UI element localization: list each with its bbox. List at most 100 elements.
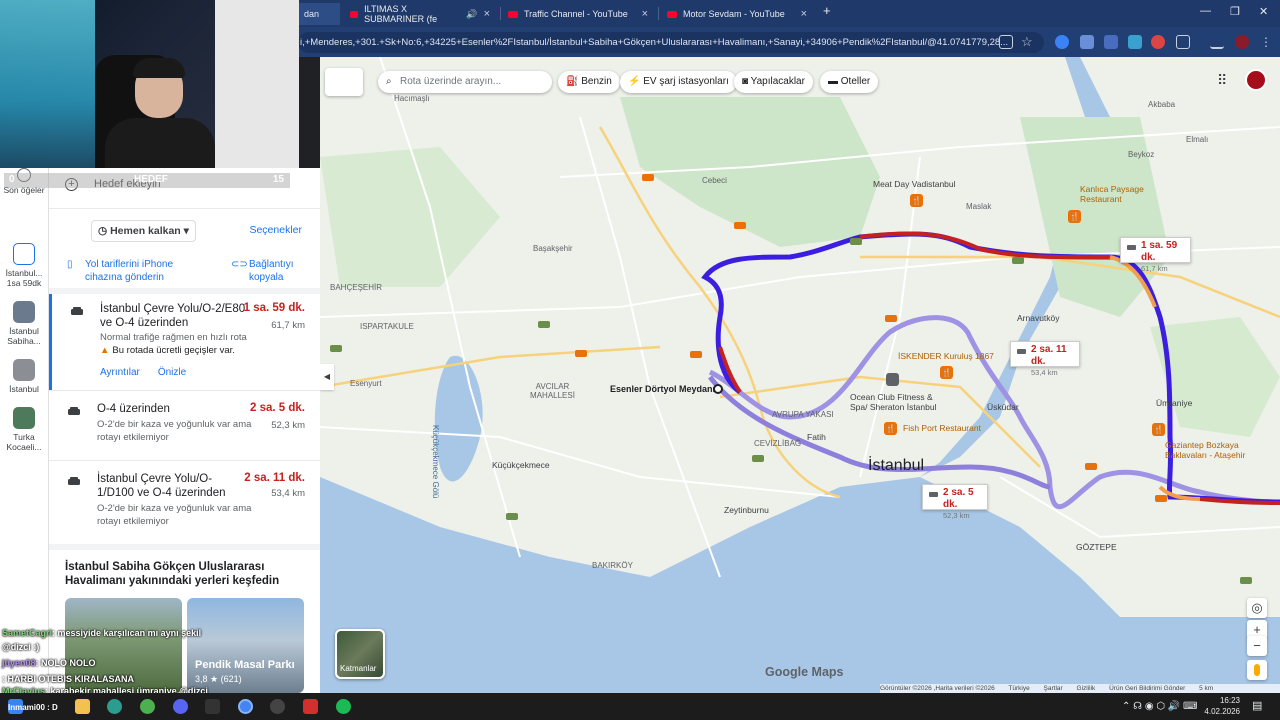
chip-ev-charging[interactable]: ⚡ EV şarj istasyonları <box>620 71 737 93</box>
extension-icon[interactable] <box>1128 35 1142 49</box>
place-label: Başakşehir <box>533 244 573 253</box>
poi-label: Fish Port Restaurant <box>903 423 981 433</box>
file-explorer-icon[interactable] <box>75 699 90 714</box>
divider <box>49 208 320 209</box>
zoom-out-button[interactable]: − <box>1247 636 1267 656</box>
close-icon[interactable]: × <box>484 8 490 20</box>
clock-time[interactable]: 16:23 <box>1200 696 1240 705</box>
route-name: İstanbul Çevre Yolu/O-2/E80 ve O-4 üzeri… <box>100 303 246 329</box>
place-label: Esenyurt <box>350 379 382 388</box>
obs-icon[interactable] <box>205 699 220 714</box>
details-link[interactable]: Ayrıntılar <box>100 367 140 378</box>
tray-icons[interactable]: ⌃ ☊ ◉ ⬡ 🔊 ⌨ <box>1122 701 1198 712</box>
pegman-icon[interactable] <box>1247 660 1267 680</box>
chip-gas[interactable]: ⛽ Benzin <box>558 71 620 93</box>
phone-icon: ▯ <box>67 259 73 270</box>
streamer-body <box>105 118 215 168</box>
extension-icon[interactable] <box>1055 35 1069 49</box>
browser-tab[interactable]: Motor Sevdam - YouTube × <box>661 3 813 25</box>
warning-text: Bu rotada ücretli geçişler var. <box>112 345 235 356</box>
profile-avatar[interactable] <box>1235 35 1249 49</box>
restaurant-icon[interactable]: 🍴 <box>910 194 923 207</box>
youtube-icon <box>508 10 518 18</box>
copy-link-button[interactable]: ⊂⊃ Bağlantıyı kopyala <box>231 258 311 284</box>
fitness-icon[interactable] <box>886 373 899 386</box>
notification-icon[interactable]: ▤ <box>1252 699 1262 712</box>
map-canvas[interactable]: ◀ ⌕ Rota üzerinde arayın... ⛽ Benzin ⚡ E… <box>320 57 1280 693</box>
streamer-hair <box>133 58 185 78</box>
send-to-phone-link[interactable]: ▯ Yol tariflerini iPhone cihazına gönderi… <box>67 258 197 284</box>
options-link[interactable]: Seçenekler <box>249 224 302 236</box>
close-window-icon[interactable]: ✕ <box>1259 5 1268 18</box>
place-label: Fatih <box>807 432 826 442</box>
terms-link[interactable]: Şartlar <box>1044 685 1063 692</box>
restaurant-icon[interactable]: 🍴 <box>1068 210 1081 223</box>
place-label: Küçükçekmece <box>492 460 550 470</box>
restaurant-icon[interactable]: 🍴 <box>1152 423 1165 436</box>
obs-icon[interactable] <box>270 699 285 714</box>
close-icon[interactable]: × <box>801 8 807 20</box>
discord-icon[interactable] <box>173 699 188 714</box>
rail-item-istanbul[interactable]: İstanbul <box>0 359 48 394</box>
chrome-active-icon[interactable] <box>238 699 253 714</box>
route-warning: ▲ Bu rotada ücretli geçişler var. <box>100 345 235 356</box>
rail-item-airport[interactable]: İstanbul Sabiha... <box>0 301 48 346</box>
rail-item-route[interactable]: İstanbul... 1sa 59dk <box>0 243 48 288</box>
close-icon[interactable]: × <box>642 8 648 20</box>
rail-item-kocaeli[interactable]: Turka Kocaeli... <box>0 407 48 452</box>
route-distance: 53,4 km <box>271 488 305 499</box>
route-links: Ayrıntılar Önizle <box>100 367 186 378</box>
feedback-link[interactable]: Ürün Geri Bildirimi Gönder <box>1109 685 1185 692</box>
browser-tab[interactable]: Traffic Channel - YouTube × <box>502 3 654 25</box>
browser-tab[interactable]: ILTIMAS X SUBMARINER (fe 🔊 × <box>344 3 496 25</box>
account-avatar[interactable] <box>1245 69 1267 91</box>
address-bar[interactable]: i,+Menderes,+301.+Sk+No:6,+34225+Esenler… <box>298 32 1044 53</box>
gas-icon: ⛽ <box>566 76 582 87</box>
tab-divider <box>500 7 501 20</box>
chat-message: : NOLO NOLO <box>35 658 96 668</box>
my-location-button[interactable]: ◎ <box>1247 598 1267 618</box>
route-name: İstanbul Çevre Yolu/O-1/D100 ve O-4 üzer… <box>97 473 226 499</box>
route-option-3[interactable]: İstanbul Çevre Yolu/O-1/D100 ve O-4 üzer… <box>49 464 320 544</box>
media-icon[interactable] <box>1210 35 1224 49</box>
close-app-icon[interactable] <box>303 699 318 714</box>
new-tab-button[interactable]: + <box>823 3 831 18</box>
region-link[interactable]: Türkiye <box>1008 685 1029 692</box>
route-option-1[interactable]: İstanbul Çevre Yolu/O-2/E80 ve O-4 üzeri… <box>49 294 320 390</box>
goal-current: 0 <box>9 174 15 185</box>
preview-link[interactable]: Önizle <box>158 367 186 378</box>
keyboard-toggle-button[interactable] <box>325 68 363 96</box>
extension-icon[interactable] <box>1080 35 1094 49</box>
chip-things-to-do[interactable]: ◙ Yapılacaklar <box>734 71 813 93</box>
leave-now-dropdown[interactable]: ◷ Hemen kalkan ▾ <box>91 220 196 242</box>
collapse-panel-button[interactable]: ◀ <box>320 364 334 390</box>
spotify-icon[interactable] <box>336 699 351 714</box>
route-time-box[interactable]: 1 sa. 59 dk. 61,7 km <box>1120 237 1191 273</box>
route-distance: 53,4 km <box>1031 368 1058 377</box>
extension-icon[interactable] <box>1151 35 1165 49</box>
apps-grid-icon[interactable]: ⠿ <box>1217 72 1227 89</box>
route-time-box[interactable]: 2 sa. 5 dk. 52,3 km <box>922 484 988 520</box>
app-icon[interactable] <box>107 699 122 714</box>
minimize-icon[interactable]: — <box>1200 5 1211 17</box>
extension-icon[interactable] <box>1104 35 1118 49</box>
restore-icon[interactable]: ❐ <box>1230 5 1240 18</box>
bookmark-star-icon[interactable]: ☆ <box>1021 35 1035 49</box>
route-search-input[interactable]: ⌕ Rota üzerinde arayın... <box>378 71 552 93</box>
restaurant-icon[interactable]: 🍴 <box>940 366 953 379</box>
menu-kebab-icon[interactable]: ⋮ <box>1260 35 1274 49</box>
open-in-app-icon[interactable] <box>999 35 1013 49</box>
chrome-icon[interactable] <box>140 699 155 714</box>
route-option-2[interactable]: O-4 üzerinden 2 sa. 5 dk. 52,3 km O-2'de… <box>49 394 320 460</box>
route-time: 1 sa. 59 dk. <box>243 302 305 314</box>
layers-button[interactable]: Katmanlar <box>335 629 385 679</box>
restaurant-icon[interactable]: 🍴 <box>884 422 897 435</box>
puzzle-icon[interactable] <box>1176 35 1190 49</box>
tab-partial[interactable]: dan <box>298 3 340 25</box>
clock-date[interactable]: 4.02.2026 <box>1200 707 1240 716</box>
stream-chat-overlay: SametCagri: messiyide karşılıcan mı aynı… <box>0 624 300 696</box>
privacy-link[interactable]: Gizlilik <box>1077 685 1096 692</box>
origin-label: Esenler Dörtyol Meydanı <box>610 384 716 394</box>
chip-hotels[interactable]: ▬ Oteller <box>820 71 879 93</box>
route-time-box[interactable]: 2 sa. 11 dk. 53,4 km <box>1010 341 1080 377</box>
